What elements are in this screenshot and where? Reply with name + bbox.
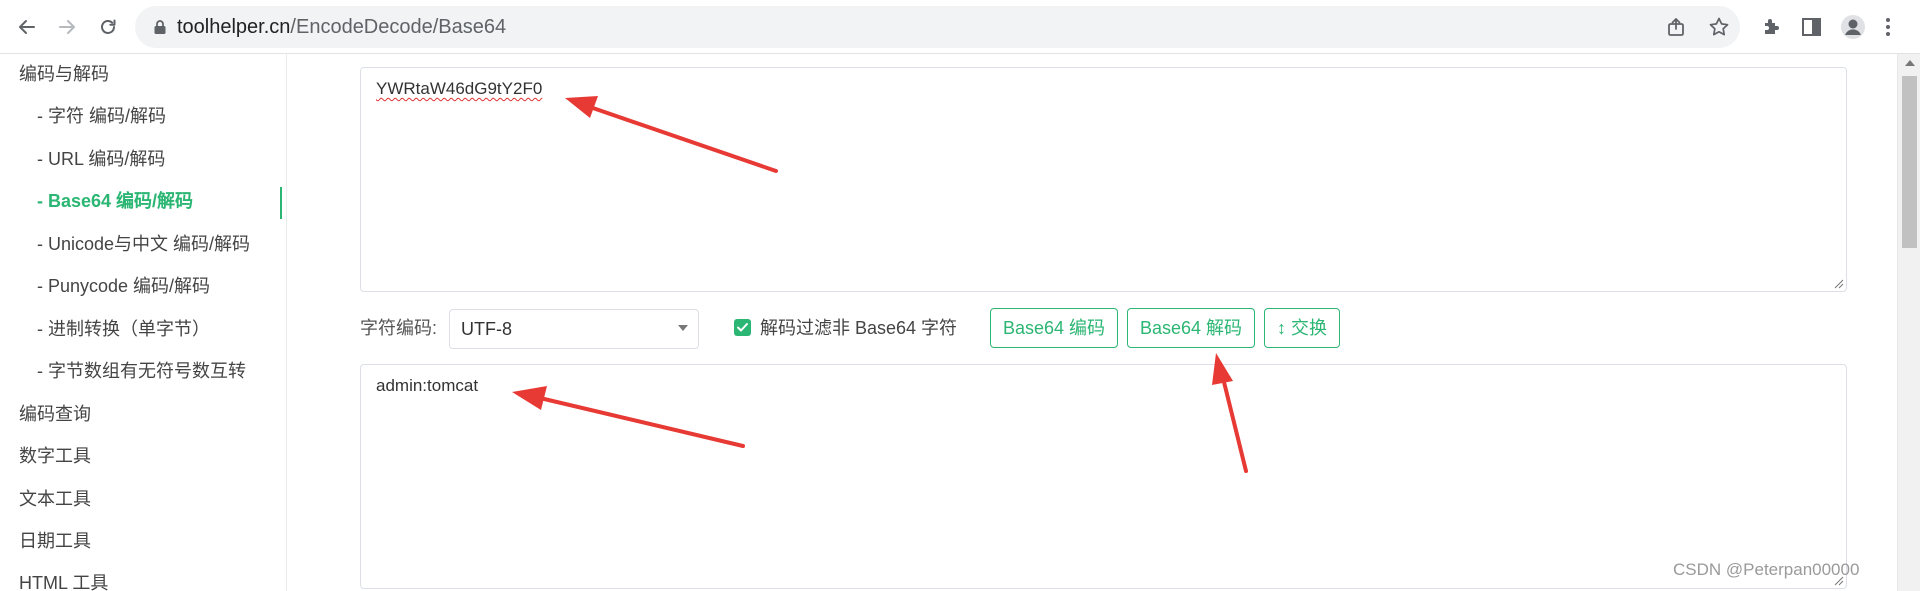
sidebar-item-label: - Unicode与中文 编码/解码: [37, 234, 251, 254]
sidebar-item-html-tools[interactable]: HTML 工具: [0, 563, 287, 591]
base64-decode-button[interactable]: Base64 解码: [1127, 308, 1255, 348]
share-icon[interactable]: [1666, 16, 1688, 38]
sidebar-item-label: HTML 工具: [19, 573, 109, 591]
forward-arrow-icon[interactable]: [51, 11, 83, 43]
sidebar-item-label: - 字节数组有无符号数互转: [37, 361, 246, 381]
profile-avatar-icon[interactable]: [1840, 14, 1866, 40]
sidebar-item-number-tools[interactable]: 数字工具: [0, 436, 287, 476]
sidebar-item-byte-array[interactable]: - 字节数组有无符号数互转: [0, 351, 287, 391]
star-icon[interactable]: [1708, 16, 1730, 38]
chevron-down-icon: [678, 325, 688, 331]
sidebar-item-base64[interactable]: - Base64 编码/解码: [0, 181, 287, 221]
url-domain: toolhelper.cn: [177, 16, 291, 38]
scrollbar-thumb[interactable]: [1902, 76, 1917, 248]
active-indicator: [280, 187, 282, 219]
csdn-watermark: CSDN @Peterpan00000: [1673, 560, 1860, 579]
sidebar-item-label: 文本工具: [19, 489, 91, 509]
sidebar-item-unicode[interactable]: - Unicode与中文 编码/解码: [0, 224, 287, 264]
filter-checkbox-label[interactable]: 解码过滤非 Base64 字符: [760, 306, 957, 350]
base64-encode-button[interactable]: Base64 编码: [990, 308, 1118, 348]
sidebar-item-label: 日期工具: [19, 531, 91, 551]
url-text: toolhelper.cn/EncodeDecode/Base64: [177, 6, 506, 48]
sidebar-item-url[interactable]: - URL 编码/解码: [0, 139, 287, 179]
filter-checkbox[interactable]: [734, 319, 751, 336]
sidebar-item-label: 数字工具: [19, 446, 91, 466]
scroll-up-arrow-icon[interactable]: [1905, 60, 1915, 66]
input-text: YWRtaW46dG9tY2F0: [376, 79, 543, 98]
sidebar-item-radix[interactable]: - 进制转换（单字节）: [0, 309, 287, 349]
sidebar-item-label: - Base64 编码/解码: [37, 191, 194, 211]
sidebar-item-punycode[interactable]: - Punycode 编码/解码: [0, 266, 287, 306]
more-menu-icon[interactable]: [1880, 15, 1896, 39]
url-path: /EncodeDecode/Base64: [290, 16, 507, 38]
tool-sidebar: 编码与解码 - 字符 编码/解码 - URL 编码/解码 - Base64 编码…: [0, 54, 287, 591]
address-bar[interactable]: toolhelper.cn/EncodeDecode/Base64: [135, 6, 1740, 48]
sidebar-item-text-tools[interactable]: 文本工具: [0, 479, 287, 519]
lock-icon[interactable]: [153, 19, 167, 35]
back-arrow-icon[interactable]: [11, 11, 43, 43]
reload-icon[interactable]: [92, 11, 124, 43]
sidebar-item-label: 编码与解码: [19, 64, 109, 84]
sidebar-item-date-tools[interactable]: 日期工具: [0, 521, 287, 561]
page-scrollbar[interactable]: [1897, 54, 1920, 591]
swap-button[interactable]: ↕ 交换: [1264, 308, 1340, 348]
sidebar-item-label: - Punycode 编码/解码: [37, 276, 211, 296]
sidebar-item-label: - 字符 编码/解码: [37, 106, 166, 126]
sidebar-item-char[interactable]: - 字符 编码/解码: [0, 96, 287, 136]
browser-toolbar: toolhelper.cn/EncodeDecode/Base64: [0, 0, 1920, 54]
encoding-select-value: UTF-8: [461, 319, 512, 339]
sidebar-item-encode-decode[interactable]: 编码与解码: [0, 54, 287, 94]
sidebar-item-label: 编码查询: [19, 404, 91, 424]
sidebar-item-encoding-lookup[interactable]: 编码查询: [0, 394, 287, 434]
base64-output-textarea[interactable]: admin:tomcat: [360, 364, 1847, 589]
check-icon: [737, 323, 748, 332]
puzzle-extensions-icon[interactable]: [1760, 15, 1784, 39]
side-panel-icon[interactable]: [1800, 15, 1824, 39]
sidebar-item-label: - 进制转换（单字节）: [37, 319, 210, 339]
encoding-select[interactable]: UTF-8: [449, 309, 699, 349]
resize-grip-icon[interactable]: [1834, 279, 1844, 289]
output-text: admin:tomcat: [376, 376, 479, 395]
base64-input-textarea[interactable]: YWRtaW46dG9tY2F0: [360, 67, 1847, 292]
sidebar-item-label: - URL 编码/解码: [37, 149, 166, 169]
encoding-label: 字符编码:: [360, 318, 438, 338]
